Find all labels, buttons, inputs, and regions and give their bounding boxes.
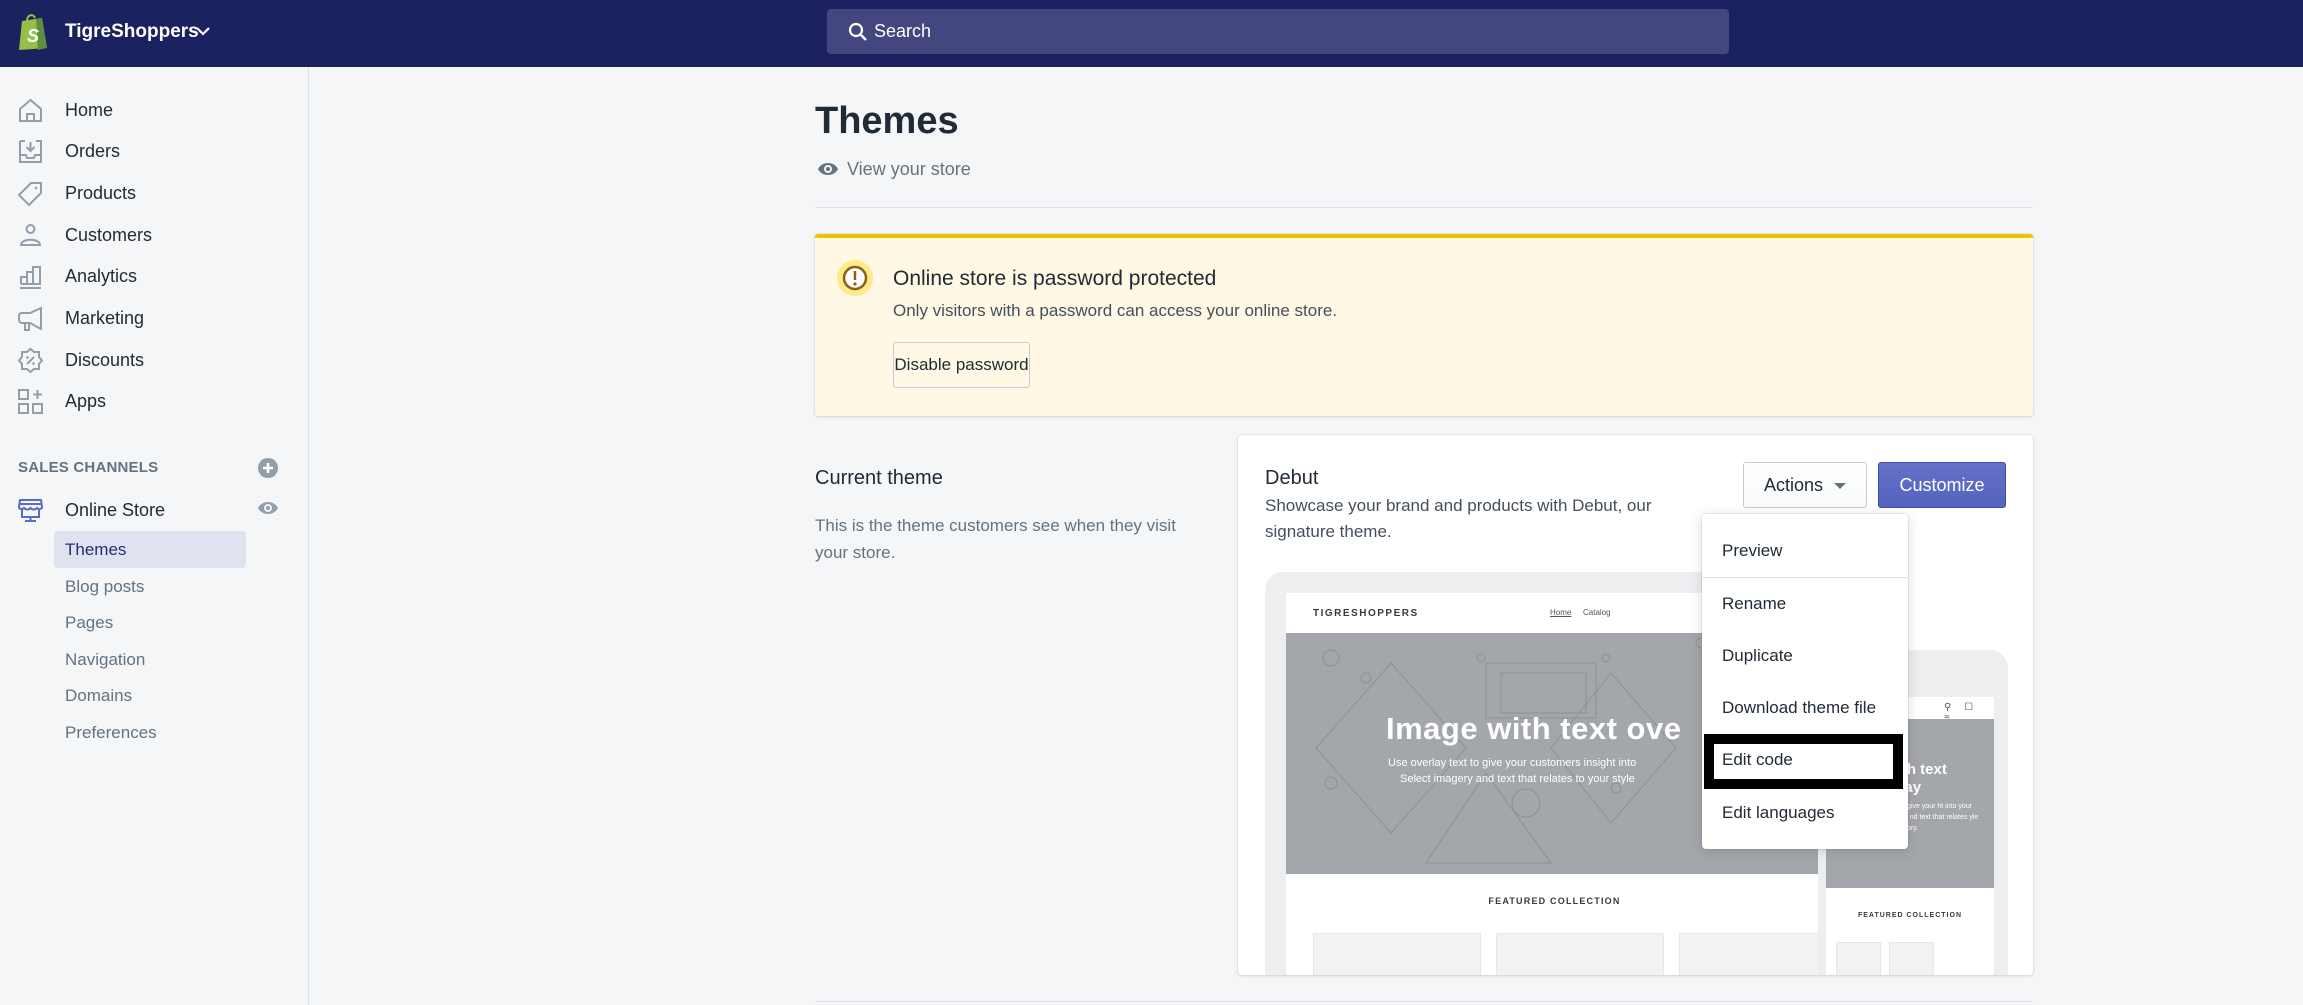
eye-icon xyxy=(818,163,838,175)
sidebar-subitem-label: Themes xyxy=(65,540,127,559)
store-icon xyxy=(17,499,44,522)
preview-product-tile xyxy=(1496,933,1664,975)
sidebar-subitem-label: Domains xyxy=(65,686,133,705)
mobile-product-tile xyxy=(1836,942,1881,975)
password-protected-banner: Online store is password protected Only … xyxy=(815,234,2033,416)
preview-hero-subtitle: Use overlay text to give your customers … xyxy=(1388,757,1637,769)
menu-item-edit-languages[interactable]: Edit languages xyxy=(1702,791,1908,835)
menu-item-label: Edit languages xyxy=(1722,803,1835,822)
chevron-down-icon[interactable] xyxy=(194,22,212,40)
search-input[interactable]: Search xyxy=(827,9,1729,54)
discount-icon xyxy=(17,347,44,374)
bar-chart-icon xyxy=(20,266,41,289)
sidebar-item-discounts[interactable]: Discounts xyxy=(0,340,300,380)
person-icon xyxy=(19,224,42,246)
sidebar-subitem-label: Blog posts xyxy=(65,577,145,596)
current-theme-card: Debut Showcase your brand and products w… xyxy=(1238,435,2033,975)
sidebar-item-apps[interactable]: Apps xyxy=(0,381,300,421)
mobile-product-tile xyxy=(1889,942,1934,975)
actions-label: Actions xyxy=(1764,474,1824,495)
menu-item-label: Rename xyxy=(1722,594,1787,613)
warning-icon xyxy=(837,260,873,296)
banner-body: Only visitors with a password can access… xyxy=(893,301,1338,320)
menu-item-download-theme-file[interactable]: Download theme file xyxy=(1702,686,1908,730)
sidebar-item-label: Home xyxy=(65,100,114,120)
caret-down-icon xyxy=(1834,483,1846,489)
orders-icon xyxy=(19,140,42,163)
sidebar-item-products[interactable]: Products xyxy=(0,173,300,213)
menu-item-label: Edit code xyxy=(1722,750,1793,769)
sidebar-item-label: Apps xyxy=(65,391,107,411)
mobile-featured-heading: FEATURED COLLECTION xyxy=(1857,912,1963,919)
sidebar-subitem-domains[interactable]: Domains xyxy=(54,677,246,714)
preview-product-tile xyxy=(1313,933,1481,975)
divider xyxy=(815,1001,2033,1002)
current-theme-description: This is the theme customers see when the… xyxy=(815,516,1176,562)
menu-item-duplicate[interactable]: Duplicate xyxy=(1702,634,1908,678)
sidebar-item-label: Products xyxy=(65,183,137,203)
sidebar-item-analytics[interactable]: Analytics xyxy=(0,256,300,296)
menu-item-label: Preview xyxy=(1722,541,1783,560)
home-icon xyxy=(19,98,42,122)
search-placeholder: Search xyxy=(874,21,932,41)
menu-item-label: Download theme file xyxy=(1722,698,1877,717)
svg-text:S: S xyxy=(27,26,39,46)
preview-nav-catalog: Catalog xyxy=(1583,608,1611,617)
preview-hero-subtitle: Select imagery and text that relates to … xyxy=(1400,773,1635,785)
preview-featured-heading: FEATURED COLLECTION xyxy=(1488,896,1621,906)
sidebar-subitem-themes[interactable]: Themes xyxy=(54,531,246,568)
menu-item-label: Duplicate xyxy=(1722,646,1793,665)
customize-button[interactable]: Customize xyxy=(1878,462,2006,508)
sidebar-item-label: Orders xyxy=(65,141,121,161)
sidebar-item-label: Marketing xyxy=(65,308,145,328)
shopify-logo-icon[interactable]: S xyxy=(16,12,50,52)
disable-password-button[interactable]: Disable password xyxy=(893,342,1030,388)
top-bar: S TigreShoppers Search xyxy=(0,0,2303,67)
sidebar-item-label: Discounts xyxy=(65,350,145,370)
sidebar-item-customers[interactable]: Customers xyxy=(0,215,300,255)
sidebar-subitem-navigation[interactable]: Navigation xyxy=(54,641,246,678)
sales-channels-heading: SALES CHANNELS xyxy=(18,459,159,476)
divider xyxy=(815,207,2033,208)
tag-icon xyxy=(17,182,42,207)
store-name[interactable]: TigreShoppers xyxy=(65,20,199,44)
add-sales-channel-icon[interactable] xyxy=(257,457,279,479)
actions-menu: Preview Rename Duplicate Download theme … xyxy=(1702,514,1908,849)
sidebar-item-orders[interactable]: Orders xyxy=(0,131,300,171)
sidebar-item-home[interactable]: Home xyxy=(0,90,300,130)
view-store-label: View your store xyxy=(847,159,971,179)
actions-button[interactable]: Actions xyxy=(1743,462,1867,508)
preview-nav-home: Home xyxy=(1550,608,1572,617)
preview-brand: TIGRESHOPPERS xyxy=(1313,608,1419,619)
sidebar-subitem-label: Preferences xyxy=(65,723,157,742)
preview-hero-title: Image with text ove xyxy=(1386,711,1682,746)
page-title: Themes xyxy=(815,100,959,142)
sidebar-item-label: Customers xyxy=(65,225,153,245)
sidebar-subitem-label: Pages xyxy=(65,613,114,632)
sidebar-subitem-pages[interactable]: Pages xyxy=(54,604,246,641)
sidebar-subitem-preferences[interactable]: Preferences xyxy=(54,714,246,751)
preview-product-tile xyxy=(1679,933,1823,975)
apps-icon xyxy=(18,389,43,414)
theme-description: Showcase your brand and products with De… xyxy=(1265,496,1652,541)
menu-item-preview[interactable]: Preview xyxy=(1702,529,1908,573)
theme-name: Debut xyxy=(1265,467,1319,489)
sidebar: Home Orders Products Customers Analytics… xyxy=(0,67,309,1005)
menu-divider xyxy=(1702,577,1908,578)
online-store-label: Online Store xyxy=(65,500,166,520)
menu-item-rename[interactable]: Rename xyxy=(1702,582,1908,626)
search-icon xyxy=(848,22,867,41)
eye-icon[interactable] xyxy=(257,500,279,516)
sidebar-item-label: Analytics xyxy=(65,266,138,286)
menu-item-edit-code[interactable]: Edit code xyxy=(1704,734,1903,789)
megaphone-icon xyxy=(18,306,42,331)
sidebar-item-online-store[interactable]: Online Store xyxy=(0,490,300,530)
sidebar-subitem-blog-posts[interactable]: Blog posts xyxy=(54,568,246,605)
banner-title: Online store is password protected xyxy=(893,267,1217,290)
sidebar-item-marketing[interactable]: Marketing xyxy=(0,298,300,338)
current-theme-heading: Current theme xyxy=(815,467,943,489)
sidebar-subitem-label: Navigation xyxy=(65,650,146,669)
